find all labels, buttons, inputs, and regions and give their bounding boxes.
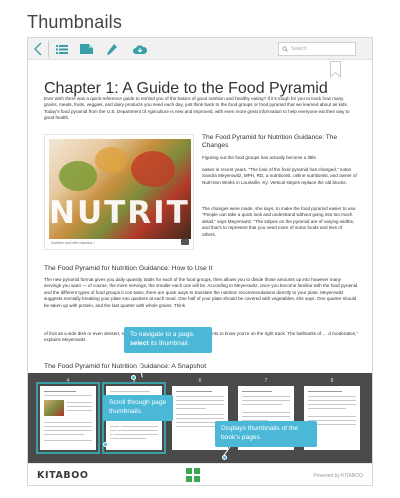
page-title: Thumbnails bbox=[27, 12, 123, 32]
thumbnail-page-6[interactable]: 6 bbox=[170, 378, 228, 458]
kitaboo-logo: KITABOO bbox=[37, 470, 89, 481]
section-heading-snapshot: The Food Pyramid for Nutrition Guidance:… bbox=[44, 363, 207, 370]
powered-by-text: Powered by KITABOO bbox=[313, 473, 363, 479]
nutrition-word: NUTRITION bbox=[49, 195, 193, 231]
search-placeholder: Search bbox=[291, 46, 307, 52]
cloud-icon[interactable] bbox=[132, 41, 148, 57]
search-input[interactable]: Search bbox=[278, 42, 356, 56]
callout-text: To navigate to a page, bbox=[130, 331, 195, 338]
how-to-use-paragraph: The new pyramid format gives you daily q… bbox=[44, 277, 358, 308]
nutrition-image: NUTRITION Nutrition and diet vitamins I bbox=[44, 134, 194, 250]
thumbnail-page-4[interactable]: 4 bbox=[36, 378, 100, 458]
toolbar-divider bbox=[48, 41, 49, 57]
callout-scroll-thumbnails: Scroll through page thumbnails. bbox=[103, 395, 173, 421]
callout-dot bbox=[131, 375, 136, 380]
side-heading: The Food Pyramid for Nutrition Guidance:… bbox=[202, 134, 338, 149]
side-paragraph-3: The changes were made, she says, to make… bbox=[202, 206, 357, 237]
chevron-left-icon[interactable] bbox=[32, 41, 44, 57]
vegetable-shape bbox=[95, 147, 127, 173]
thumbnail-number: 7 bbox=[264, 378, 268, 384]
bookmark-icon[interactable] bbox=[330, 61, 341, 78]
pen-icon[interactable] bbox=[105, 41, 119, 57]
reader-frame: Search Chapter 1: A Guide to the Food Py… bbox=[27, 37, 373, 486]
thumbnail-tray[interactable]: 4 5 6 7 8 bbox=[28, 373, 372, 463]
callout-text: its thumbnail. bbox=[150, 339, 190, 347]
grid-icon[interactable] bbox=[186, 468, 200, 482]
image-zoom-icon[interactable] bbox=[181, 239, 189, 245]
note-icon[interactable] bbox=[78, 41, 94, 57]
toolbar: Search bbox=[28, 38, 372, 60]
intro-paragraph: Ever wish there was a quick-reference gu… bbox=[44, 96, 350, 121]
image-caption: Nutrition and diet vitamins I bbox=[51, 241, 95, 245]
thumbnail-number: 4 bbox=[66, 378, 70, 384]
callout-select-thumbnail: To navigate to a page, select its thumbn… bbox=[124, 327, 212, 353]
callout-bold-text: select bbox=[130, 339, 149, 347]
side-paragraph-2: easier in recent years. “The look of the… bbox=[202, 167, 357, 185]
callout-dot bbox=[103, 442, 108, 447]
callout-dot bbox=[222, 455, 227, 460]
callout-displays-thumbnails: Displays thumbnails of the book’s pages. bbox=[215, 421, 317, 447]
vegetable-shape bbox=[131, 151, 175, 187]
thumbnail-preview bbox=[36, 382, 100, 454]
section-heading-how-to-use: The Food Pyramid for Nutrition Guidance:… bbox=[44, 265, 213, 272]
list-icon[interactable] bbox=[54, 41, 70, 57]
thumbnail-number: 8 bbox=[330, 378, 334, 384]
footer-bar: KITABOO Powered by KITABOO bbox=[28, 463, 372, 485]
search-icon bbox=[282, 46, 288, 52]
vegetable-shape bbox=[59, 161, 97, 191]
side-paragraph-1: Figuring out the food groups has actuall… bbox=[202, 155, 316, 160]
thumbnail-number: 6 bbox=[198, 378, 202, 384]
